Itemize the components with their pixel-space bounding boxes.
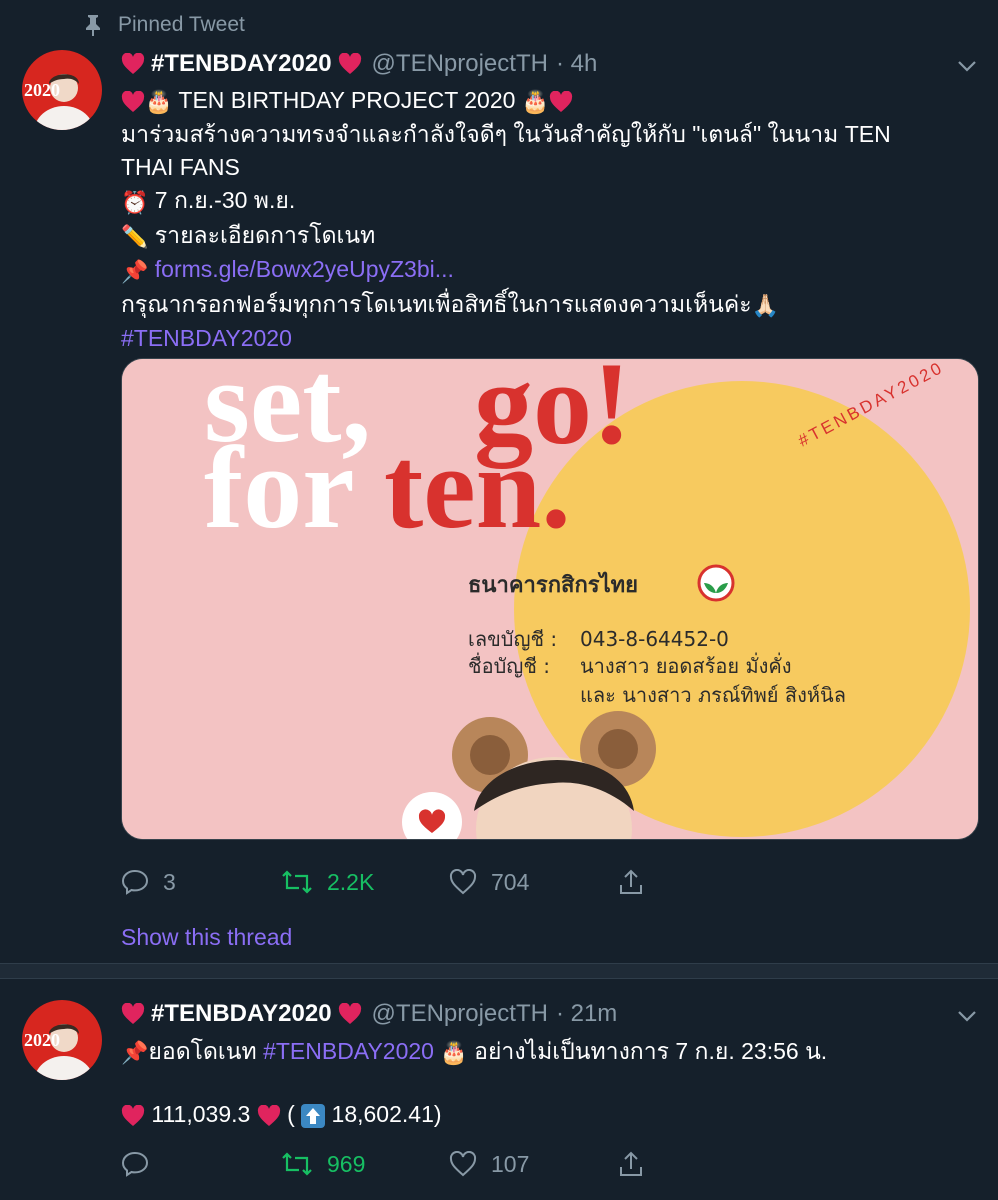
- heart-icon: [121, 1105, 145, 1127]
- like-icon: [449, 869, 477, 895]
- tweet2-actions: 969 107: [121, 1150, 761, 1178]
- reply-count: 3: [163, 868, 176, 895]
- donate-details: รายละเอียดการโดเนท: [154, 221, 376, 248]
- cake-icon: 🎂: [521, 89, 550, 115]
- form-note: กรุณากรอกฟอร์มทุกการโดเนทเพื่อสิทธิ์ในกา…: [121, 290, 752, 317]
- tweet1-header: #TENBDAY2020 @TENprojectTH · 4h: [121, 50, 597, 78]
- reply-icon: [121, 1151, 149, 1177]
- tweet1-line7: กรุณากรอกฟอร์มทุกการโดเนทเพื่อสิทธิ์ในกา…: [121, 288, 981, 322]
- account-name-1: นางสาว ยอดสร้อย มั่งคั่ง: [580, 652, 792, 678]
- avatar[interactable]: 2020: [22, 50, 102, 130]
- retweet-button[interactable]: 969: [281, 1151, 449, 1178]
- heart-icon: [121, 53, 145, 74]
- retweet-button[interactable]: 2.2K: [281, 869, 449, 896]
- heart-icon: [257, 1105, 280, 1127]
- account-name-label: ชื่อบัญชี :: [468, 652, 550, 678]
- reply-icon: [121, 869, 149, 895]
- tweet2-body: 📌ยอดโดเนท #TENBDAY2020 🎂 อย่างไม่เป็นทาง…: [121, 1035, 981, 1131]
- chevron-down-icon[interactable]: [956, 55, 978, 77]
- paren-open: (: [287, 1101, 295, 1128]
- heart-icon: [121, 1003, 145, 1024]
- pinned-label-row: Pinned Tweet: [84, 10, 245, 40]
- tweet1-actions: 3 2.2K 704: [121, 868, 761, 896]
- user-handle[interactable]: @TENprojectTH: [372, 1000, 548, 1028]
- card-word-ten: ten.: [384, 422, 571, 553]
- pushpin-icon: 📌: [121, 258, 149, 284]
- tweet2-line2: 111,039.3 ( 18,602.41): [121, 1098, 981, 1131]
- heart-icon: [338, 1003, 361, 1024]
- like-count: 107: [491, 1150, 530, 1177]
- display-name[interactable]: #TENBDAY2020: [151, 1000, 332, 1028]
- date-range: 7 ก.ย.-30 พ.ย.: [154, 187, 296, 214]
- hashtag-link[interactable]: #TENBDAY2020: [121, 322, 981, 355]
- share-icon: [620, 869, 642, 894]
- like-button[interactable]: 704: [449, 869, 617, 896]
- pinned-label: Pinned Tweet: [118, 13, 245, 36]
- alarm-clock-icon: ⏰: [121, 189, 149, 215]
- retweet-icon: [282, 1152, 312, 1176]
- account-name-2: และ นางสาว ภรณ์ทิพย์ สิงห์นิล: [580, 683, 846, 707]
- display-name[interactable]: #TENBDAY2020: [151, 50, 332, 78]
- donation-increase: 18,602.41): [331, 1101, 442, 1128]
- heart-icon: [338, 53, 361, 74]
- account-label: เลขบัญชี :: [468, 627, 557, 651]
- tweet1-line1: 🎂 TEN BIRTHDAY PROJECT 2020 🎂: [121, 84, 981, 118]
- folded-hands-icon: 🙏🏻: [751, 293, 779, 319]
- share-button[interactable]: [617, 1150, 645, 1178]
- avatar-text-left: 2020: [24, 1030, 60, 1050]
- retweet-count: 2.2K: [327, 868, 375, 895]
- pushpin-icon: 📌: [121, 1040, 149, 1066]
- tweet1-body: 🎂 TEN BIRTHDAY PROJECT 2020 🎂 มาร่วมสร้า…: [121, 84, 981, 355]
- timeline-divider: [0, 963, 998, 979]
- tweet1-title: TEN BIRTHDAY PROJECT 2020: [178, 87, 516, 113]
- heart-icon: [121, 90, 145, 112]
- cake-icon: 🎂: [440, 1040, 468, 1066]
- retweet-count: 969: [327, 1150, 366, 1177]
- form-link[interactable]: forms.gle/Bowx2yeUpyZ3bi...: [155, 256, 454, 282]
- avatar[interactable]: 2020: [22, 1000, 102, 1080]
- hashtag-link[interactable]: #TENBDAY2020: [263, 1038, 434, 1064]
- like-icon: [449, 1151, 477, 1177]
- show-thread-link[interactable]: Show this thread: [121, 924, 292, 951]
- chevron-down-icon[interactable]: [956, 1005, 978, 1027]
- cake-icon: 🎂: [145, 89, 173, 115]
- share-button[interactable]: [617, 868, 645, 896]
- tweet-time[interactable]: · 21m: [556, 1000, 617, 1028]
- bank-name: ธนาคารกสิกรไทย: [468, 571, 638, 598]
- pin-icon: [86, 15, 100, 36]
- pencil-icon: ✏️: [121, 224, 149, 250]
- card-word-for: for: [204, 422, 355, 553]
- up-arrow-icon: [301, 1104, 326, 1129]
- donation-total: 111,039.3: [151, 1101, 251, 1128]
- tweet1-line5: ✏️ รายละเอียดการโดเนท: [121, 219, 981, 253]
- tweet2-line1: 📌ยอดโดเนท #TENBDAY2020 🎂 อย่างไม่เป็นทาง…: [121, 1035, 981, 1069]
- tweet1-line3: THAI FANS: [121, 154, 240, 181]
- tweet-time[interactable]: · 4h: [556, 50, 597, 78]
- avatar-text-left: 2020: [24, 80, 60, 100]
- tweet1-line4: ⏰ 7 ก.ย.-30 พ.ย.: [121, 184, 981, 218]
- reply-button[interactable]: [121, 1151, 281, 1177]
- donation-note: อย่างไม่เป็นทางการ 7 ก.ย. 23:56 น.: [474, 1038, 828, 1064]
- like-button[interactable]: 107: [449, 1151, 617, 1178]
- tweet1-line2: มาร่วมสร้างความทรงจำและกำลังใจดีๆ ในวันส…: [121, 121, 891, 148]
- reply-button[interactable]: 3: [121, 869, 281, 896]
- account-number: 043-8-64452-0: [580, 627, 729, 651]
- share-icon: [620, 1151, 642, 1176]
- retweet-icon: [282, 870, 312, 894]
- heart-icon: [550, 90, 573, 112]
- like-count: 704: [491, 868, 530, 895]
- user-handle[interactable]: @TENprojectTH: [372, 50, 548, 78]
- tweet-image-card[interactable]: set, go! for ten. #TENBDAY2020 ธนาคารกสิ…: [121, 358, 979, 840]
- tweet2-header: #TENBDAY2020 @TENprojectTH · 21m: [121, 1000, 617, 1028]
- donation-label: ยอดโดเนท: [148, 1038, 257, 1064]
- tweet1-line6: 📌 forms.gle/Bowx2yeUpyZ3bi...: [121, 253, 981, 287]
